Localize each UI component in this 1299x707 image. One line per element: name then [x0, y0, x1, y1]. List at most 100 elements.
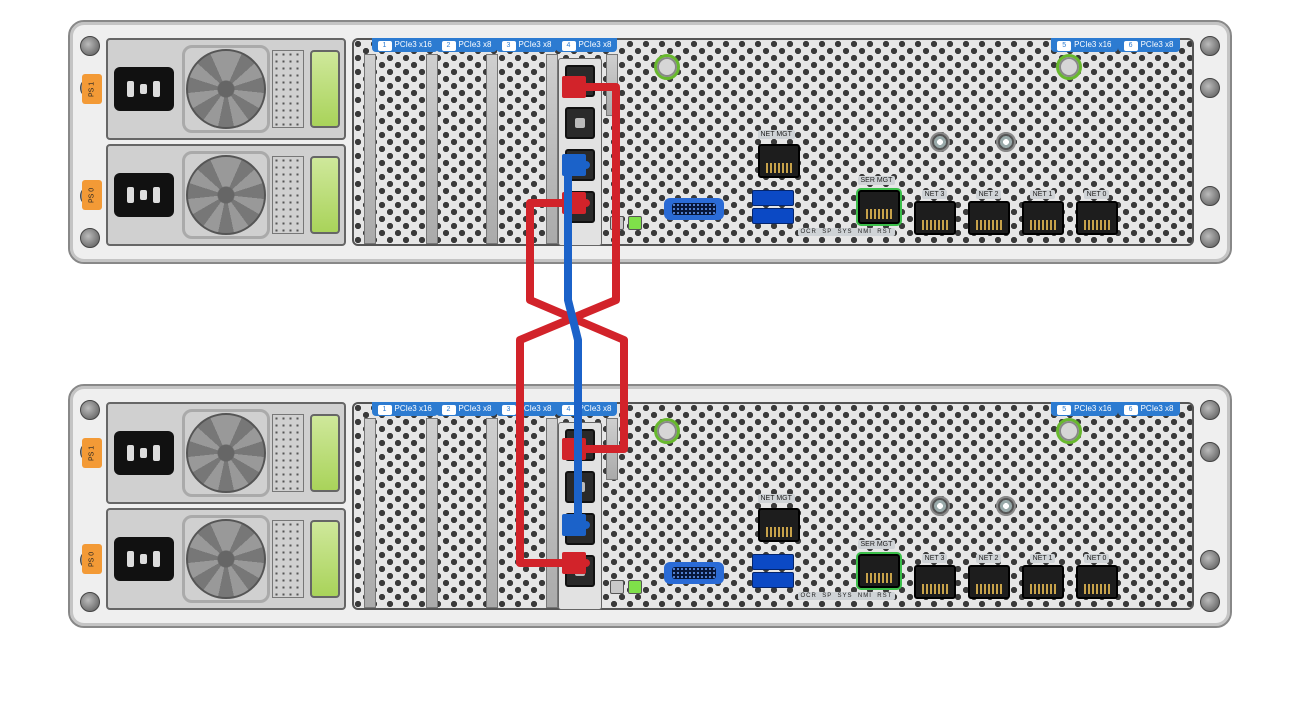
psu-vent	[272, 156, 304, 234]
slot-bracket	[546, 418, 558, 608]
pcie-slot-label-2: 2PCIe3 x8	[436, 402, 498, 416]
net-mgt-port	[758, 508, 800, 542]
slot-bracket	[364, 54, 376, 244]
cluster-nic-card	[558, 422, 602, 610]
psu-vent	[272, 414, 304, 492]
psu-badge: PS 1	[82, 438, 102, 468]
fan-icon	[186, 155, 266, 235]
usb3-port	[752, 208, 794, 224]
rack-screw	[1200, 186, 1220, 206]
net0-label: NET 0	[1084, 554, 1110, 563]
coax-port	[930, 132, 950, 152]
pcie-slot-label-3: 3PCIe3 x8	[496, 38, 558, 52]
captive-screw-icon	[1056, 54, 1082, 80]
rack-screw	[1200, 400, 1220, 420]
pcie-slot-label-4: 4PCIe3 x8	[556, 402, 618, 416]
slot-bracket	[606, 54, 618, 116]
pcie-slot-label-6: 6PCIe3 x8	[1118, 38, 1180, 52]
cabling-diagram: PS 1 PS 0 1PCIe3 x16 2PCIe3 x8 3PCIe3 x8…	[68, 20, 1232, 628]
fan-icon	[186, 413, 266, 493]
slot-bracket	[486, 54, 498, 244]
net-mgt-port	[758, 144, 800, 178]
net2-label: NET 2	[976, 554, 1002, 563]
slot-bracket	[486, 418, 498, 608]
psu-0: PS 0	[106, 508, 346, 610]
rear-panel: 1PCIe3 x16 2PCIe3 x8 3PCIe3 x8 4PCIe3 x8…	[352, 38, 1194, 246]
ser-mgt-port	[858, 190, 900, 224]
sfp-port-1	[565, 471, 595, 503]
status-label-row: OCR SP SYS NMI RST	[798, 228, 896, 236]
sfp-port-0	[565, 429, 595, 461]
ser-mgt-port	[858, 554, 900, 588]
pcie-slot-label-6: 6PCIe3 x8	[1118, 402, 1180, 416]
power-led	[628, 580, 642, 594]
rack-screw	[80, 400, 100, 420]
psu-badge: PS 0	[82, 180, 102, 210]
net-mgt-label: NET MGT	[758, 130, 795, 139]
power-led	[628, 216, 642, 230]
pcie-slot-label-4: 4PCIe3 x8	[556, 38, 618, 52]
net-ports-row: NET 3 NET 2 NET 1 NET 0	[914, 554, 1118, 599]
net1-label: NET 1	[1030, 190, 1056, 199]
vga-port	[664, 198, 724, 220]
net0-port	[1076, 201, 1118, 235]
captive-screw-icon	[654, 418, 680, 444]
net2-label: NET 2	[976, 190, 1002, 199]
net-ports-row: NET 3 NET 2 NET 1 NET 0	[914, 190, 1118, 235]
pcie-slot-label-5: 5PCIe3 x16	[1051, 402, 1117, 416]
controller-2-chassis: PS 1 PS 0 1PCIe3 x16 2PCIe3 x8 3PCIe3 x8…	[68, 384, 1232, 628]
net3-label: NET 3	[922, 554, 948, 563]
slot-bracket	[546, 54, 558, 244]
psu-bay: PS 1 PS 0	[106, 402, 346, 610]
sfp-port-3	[565, 555, 595, 587]
coax-port	[930, 496, 950, 516]
vga-port	[664, 562, 724, 584]
power-inlet-icon	[114, 67, 174, 111]
rack-screw	[80, 592, 100, 612]
locator-button	[610, 580, 624, 594]
psu-vent	[272, 50, 304, 128]
fan-icon	[186, 519, 266, 599]
controller-1-chassis: PS 1 PS 0 1PCIe3 x16 2PCIe3 x8 3PCIe3 x8…	[68, 20, 1232, 264]
sfp-port-3	[565, 191, 595, 223]
net3-port	[914, 201, 956, 235]
fan-icon	[186, 49, 266, 129]
rack-screw	[1200, 592, 1220, 612]
usb3-port	[752, 554, 794, 570]
rack-screw	[1200, 36, 1220, 56]
rack-screw	[1200, 78, 1220, 98]
psu-1: PS 1	[106, 402, 346, 504]
rack-screw	[80, 36, 100, 56]
sfp-port-1	[565, 107, 595, 139]
pcie-slot-label-1: 1PCIe3 x16	[372, 402, 438, 416]
net-mgt-label: NET MGT	[758, 494, 795, 503]
power-inlet-icon	[114, 537, 174, 581]
io-cluster: NET MGT SER MGT NET 3 NET 2 NET 1 NET 0 …	[598, 488, 1186, 608]
coax-port	[996, 132, 1016, 152]
rear-panel: 1PCIe3 x16 2PCIe3 x8 3PCIe3 x8 4PCIe3 x8…	[352, 402, 1194, 610]
pcie-slot-label-2: 2PCIe3 x8	[436, 38, 498, 52]
slot-bracket	[364, 418, 376, 608]
net2-port	[968, 565, 1010, 599]
rack-screw	[1200, 550, 1220, 570]
net0-label: NET 0	[1084, 190, 1110, 199]
pcie-slot-label-3: 3PCIe3 x8	[496, 402, 558, 416]
psu-badge: PS 1	[82, 74, 102, 104]
psu-vent	[272, 520, 304, 598]
psu-badge: PS 0	[82, 544, 102, 574]
rack-screw	[1200, 442, 1220, 462]
locator-button	[610, 216, 624, 230]
usb3-port	[752, 572, 794, 588]
psu-0: PS 0	[106, 144, 346, 246]
rack-screw	[80, 228, 100, 248]
psu-handle	[310, 520, 340, 598]
sfp-port-2	[565, 149, 595, 181]
net0-port	[1076, 565, 1118, 599]
ser-mgt-label: SER MGT	[858, 540, 896, 549]
captive-screw-icon	[1056, 418, 1082, 444]
net1-port	[1022, 201, 1064, 235]
pcie-slot-label-1: 1PCIe3 x16	[372, 38, 438, 52]
slot-bracket	[426, 418, 438, 608]
net1-port	[1022, 565, 1064, 599]
sfp-port-0	[565, 65, 595, 97]
